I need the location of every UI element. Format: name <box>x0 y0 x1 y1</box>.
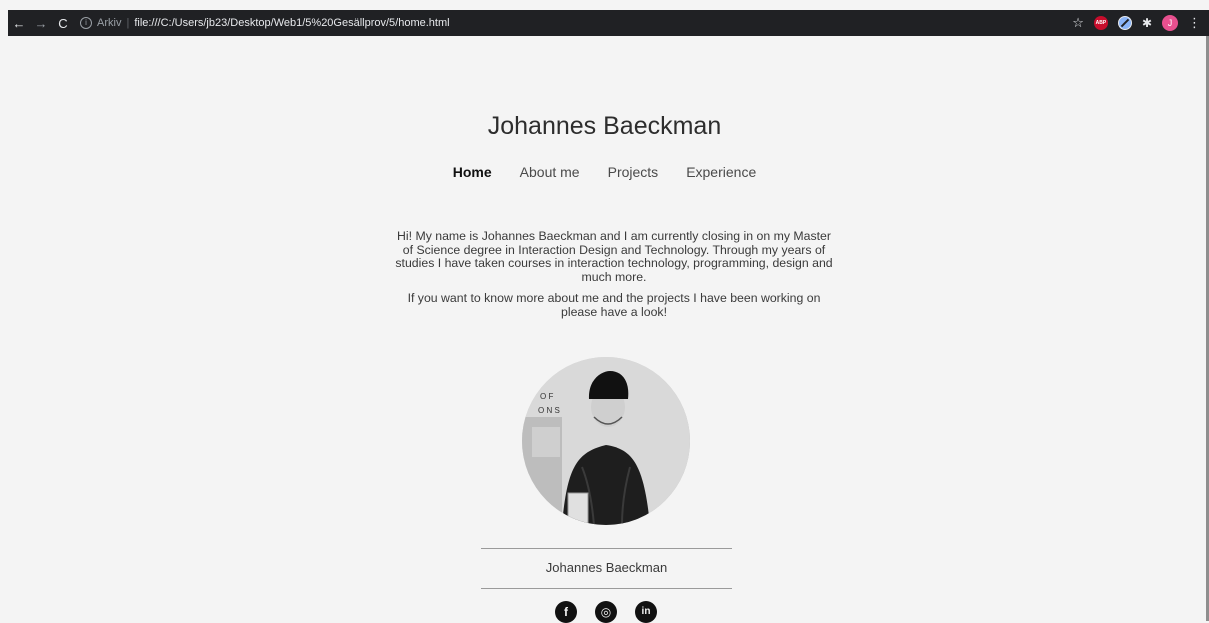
profile-photo: O F O N S <box>522 357 690 525</box>
intro-paragraph: If you want to know more about me and th… <box>407 291 821 319</box>
browser-actions: ☆ ABP ✱ J ⋮ <box>1072 15 1201 31</box>
profile-photo-illustration: O F O N S <box>522 357 690 525</box>
footer-divider-bottom <box>481 588 732 589</box>
adblock-extension-icon[interactable]: ABP <box>1093 16 1108 30</box>
url-text[interactable]: file:///C:/Users/jb23/Desktop/Web1/5%20G… <box>134 17 449 29</box>
facebook-icon[interactable]: f <box>555 601 577 623</box>
profile-avatar[interactable]: J <box>1162 15 1178 31</box>
url-separator: | <box>126 17 130 29</box>
address-bar[interactable]: i Arkiv | file:///C:/Users/jb23/Desktop/… <box>80 13 1072 33</box>
social-links: f ◎ in <box>555 601 657 623</box>
page-content: Johannes Baeckman Home About me Projects… <box>0 36 1209 623</box>
window-top-strip <box>0 0 1209 10</box>
browser-toolbar: ← → C i Arkiv | file:///C:/Users/jb23/De… <box>8 10 1209 36</box>
intro-paragraph: Hi! My name is Johannes Baeckman and I a… <box>395 229 833 284</box>
instagram-icon[interactable]: ◎ <box>595 601 617 623</box>
nav-about-me[interactable]: About me <box>520 164 580 180</box>
bookmark-star-icon[interactable]: ☆ <box>1072 15 1084 31</box>
main-nav: Home About me Projects Experience <box>0 164 1209 180</box>
intro-text: Hi! My name is Johannes Baeckman and I a… <box>394 229 834 327</box>
extensions-puzzle-icon[interactable]: ✱ <box>1142 16 1152 30</box>
reload-icon[interactable]: C <box>52 16 74 31</box>
browser-menu-icon[interactable]: ⋮ <box>1188 15 1201 31</box>
page-title: Johannes Baeckman <box>487 112 722 140</box>
nav-projects[interactable]: Projects <box>608 164 659 180</box>
nav-experience[interactable]: Experience <box>686 164 756 180</box>
forward-icon[interactable]: → <box>30 16 52 31</box>
nav-home[interactable]: Home <box>453 164 492 180</box>
footer-divider-top <box>481 548 732 549</box>
linkedin-icon[interactable]: in <box>635 601 657 623</box>
extension-icon[interactable] <box>1117 16 1132 30</box>
photo-wall-text: O N S <box>538 406 560 415</box>
photo-wall-text: O F <box>540 392 553 401</box>
footer-name: Johannes Baeckman <box>545 560 668 575</box>
info-icon[interactable]: i <box>80 17 92 29</box>
url-scheme-label: Arkiv <box>97 17 122 29</box>
back-icon[interactable]: ← <box>8 16 30 31</box>
